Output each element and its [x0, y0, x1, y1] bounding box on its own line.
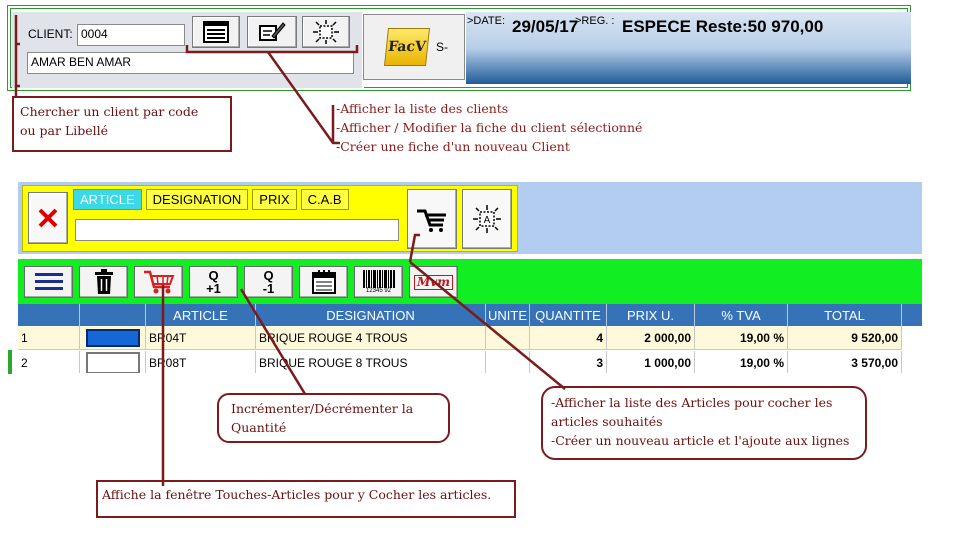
note-quantity: Incrémenter/Décrémenter la Quantité: [217, 393, 450, 443]
note-articles-list-line3: -Créer un nouveau article et l'ajoute au…: [551, 433, 850, 448]
note-articles-list-line2: articles souhaités: [551, 414, 663, 429]
note-quantity-line2: Quantité: [231, 420, 287, 435]
note-quantity-line1: Incrémenter/Décrémenter la: [231, 401, 414, 416]
note-articles-list-line1: -Afficher la liste des Articles pour coc…: [551, 395, 833, 410]
annotation-connectors: [14, 15, 566, 486]
note-touches-articles: Affiche la fenêtre Touches-Articles pour…: [96, 480, 516, 518]
note-articles-list: -Afficher la liste des Articles pour coc…: [541, 386, 867, 460]
